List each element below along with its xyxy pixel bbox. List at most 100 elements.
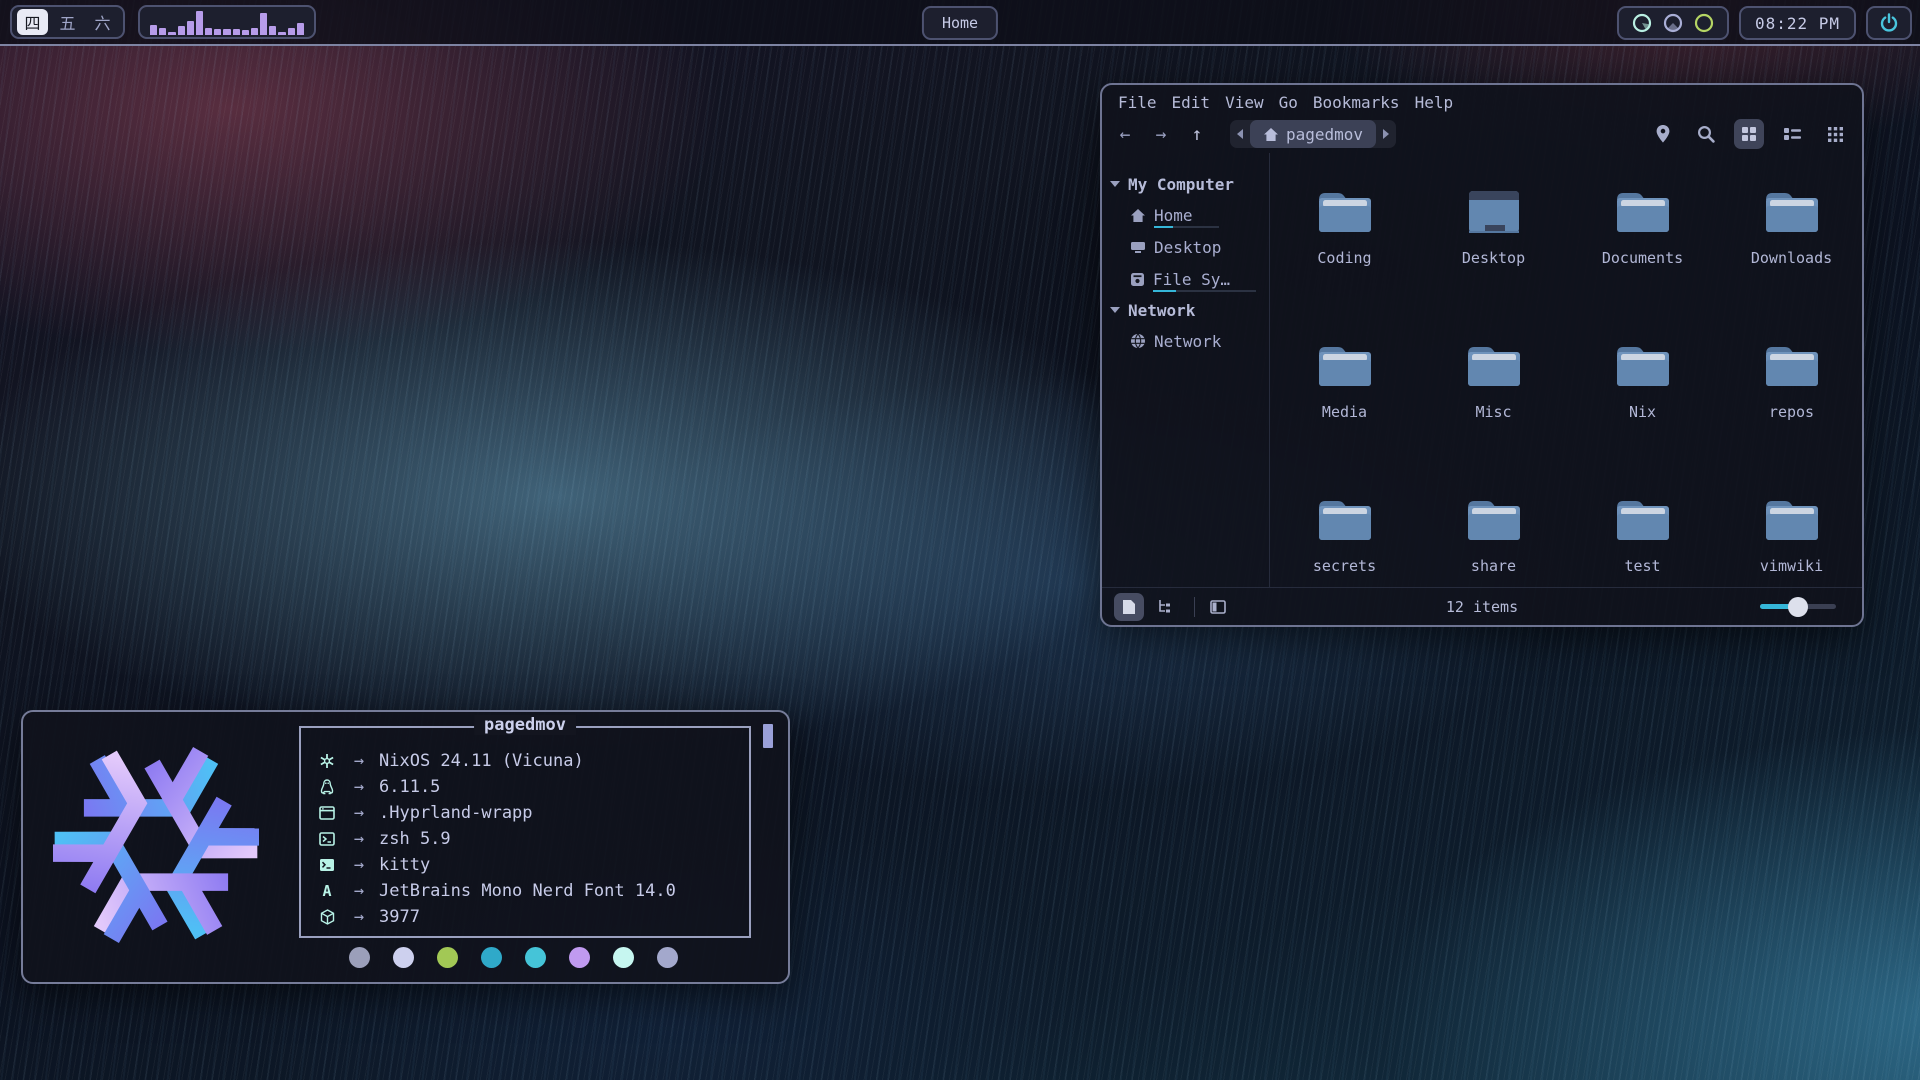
folder-label: Coding xyxy=(1317,249,1371,267)
file-grid: Coding Desktop DocumentsDownloads Media Misc… xyxy=(1270,153,1862,587)
up-button[interactable]: ↑ xyxy=(1186,124,1208,145)
workspace-button-6[interactable]: 六 xyxy=(87,9,118,35)
menu-item-view[interactable]: View xyxy=(1225,93,1264,112)
clock-label: 08:22 PM xyxy=(1755,14,1840,33)
thumbnail-view-button[interactable] xyxy=(1820,119,1850,149)
info-row-font: A → JetBrains Mono Nerd Font 14.0 xyxy=(315,878,749,904)
power-icon xyxy=(1879,13,1899,33)
menu-item-go[interactable]: Go xyxy=(1279,93,1298,112)
workspace-button-4[interactable]: 四 xyxy=(17,9,48,35)
chevron-right-icon xyxy=(1383,129,1389,139)
chevron-left-icon xyxy=(1237,129,1243,139)
breadcrumb-home-segment[interactable]: pagedmov xyxy=(1250,120,1376,148)
status-bar: 12 items xyxy=(1102,587,1862,625)
folder-icon xyxy=(1465,495,1523,543)
folder-item-desktop[interactable]: Desktop xyxy=(1419,183,1568,337)
places-pin-button[interactable] xyxy=(1648,119,1678,149)
compact-view-button[interactable] xyxy=(1777,119,1807,149)
menu-item-edit[interactable]: Edit xyxy=(1172,93,1211,112)
palette-dot xyxy=(525,947,546,968)
fastfetch-panel: pagedmov → NixOS 24.11 (Vicuna) → 6.11.5 xyxy=(299,726,751,938)
folder-label: Desktop xyxy=(1462,249,1525,267)
sidebar-item-desktop[interactable]: Desktop xyxy=(1102,231,1269,263)
collapse-triangle-icon xyxy=(1110,307,1120,313)
globe-icon xyxy=(1130,333,1146,349)
places-panel-button[interactable] xyxy=(1114,593,1144,621)
folder-icon xyxy=(1316,341,1374,389)
sidebar-item-filesystem[interactable]: File Sy… xyxy=(1102,263,1269,295)
folder-item-repos[interactable]: repos xyxy=(1717,337,1862,491)
pin-icon xyxy=(1656,125,1670,143)
document-icon xyxy=(1122,599,1136,615)
folder-item-secrets[interactable]: secrets xyxy=(1270,491,1419,587)
terminal-icon xyxy=(315,858,339,872)
sidebar-item-label: Home xyxy=(1154,206,1193,225)
zoom-slider-handle[interactable] xyxy=(1788,597,1808,617)
folder-item-share[interactable]: share xyxy=(1419,491,1568,587)
sidebar: My Computer Home Desktop File Sy… xyxy=(1102,153,1270,587)
section-label: Network xyxy=(1128,301,1195,320)
terminal-window: pagedmov → NixOS 24.11 (Vicuna) → 6.11.5 xyxy=(21,710,790,984)
palette-dot xyxy=(349,947,370,968)
folder-label: test xyxy=(1624,557,1660,575)
palette-dot xyxy=(569,947,590,968)
arrow-icon: → xyxy=(339,829,379,849)
packages-value: 3977 xyxy=(379,907,420,927)
tree-icon xyxy=(1157,599,1173,615)
breadcrumb-next-button[interactable] xyxy=(1376,120,1396,148)
sidebar-item-home[interactable]: Home xyxy=(1102,199,1269,231)
folder-item-vimwiki[interactable]: vimwiki xyxy=(1717,491,1862,587)
folder-label: Nix xyxy=(1629,403,1656,421)
folder-icon xyxy=(1614,495,1672,543)
folder-item-documents[interactable]: Documents xyxy=(1568,183,1717,337)
sidebar-item-network[interactable]: Network xyxy=(1102,325,1269,357)
folder-item-test[interactable]: test xyxy=(1568,491,1717,587)
terminal-cursor xyxy=(763,724,773,748)
tree-panel-button[interactable] xyxy=(1150,593,1180,621)
folder-item-nix[interactable]: Nix xyxy=(1568,337,1717,491)
menu-bar: File Edit View Go Bookmarks Help xyxy=(1102,85,1862,115)
window-title-label: Home xyxy=(942,14,978,32)
breadcrumb-prev-button[interactable] xyxy=(1230,120,1250,148)
folder-item-coding[interactable]: Coding xyxy=(1270,183,1419,337)
collapse-triangle-icon xyxy=(1110,181,1120,187)
desktop: { "bar": { "workspaces": [ { "label": "四… xyxy=(0,0,1920,1080)
nixos-icon xyxy=(315,753,339,769)
desktop-folder-icon xyxy=(1465,187,1523,235)
folder-label: Media xyxy=(1322,403,1367,421)
audio-visualizer xyxy=(150,9,304,35)
forward-button[interactable]: → xyxy=(1150,124,1172,145)
sidebar-section-my-computer[interactable]: My Computer xyxy=(1102,169,1269,199)
folder-item-misc[interactable]: Misc xyxy=(1419,337,1568,491)
breadcrumb-label: pagedmov xyxy=(1286,125,1363,144)
menu-item-help[interactable]: Help xyxy=(1415,93,1454,112)
filesystem-drive-icon xyxy=(1130,272,1145,287)
back-button[interactable]: ← xyxy=(1114,124,1136,145)
color-palette xyxy=(349,947,678,968)
sidebar-toggle-icon xyxy=(1210,600,1226,614)
menu-item-bookmarks[interactable]: Bookmarks xyxy=(1313,93,1400,112)
info-row-terminal: → kitty xyxy=(315,852,749,878)
menu-item-file[interactable]: File xyxy=(1118,93,1157,112)
folder-item-media[interactable]: Media xyxy=(1270,337,1419,491)
separator xyxy=(1194,597,1195,617)
shell-prompt-icon xyxy=(315,832,339,846)
toggle-sidebar-button[interactable] xyxy=(1203,593,1233,621)
package-icon xyxy=(315,909,339,925)
arrow-icon: → xyxy=(339,881,379,901)
zoom-slider[interactable] xyxy=(1760,604,1836,609)
sidebar-section-network[interactable]: Network xyxy=(1102,295,1269,325)
icon-view-button[interactable] xyxy=(1734,119,1764,149)
desktop-icon xyxy=(1130,240,1146,254)
top-bar: 四 五 六 Home 08:22 PM xyxy=(0,0,1920,46)
search-button[interactable] xyxy=(1691,119,1721,149)
info-row-os: → NixOS 24.11 (Vicuna) xyxy=(315,748,749,774)
workspace-button-5[interactable]: 五 xyxy=(52,9,83,35)
folder-icon xyxy=(1465,341,1523,389)
info-row-kernel: → 6.11.5 xyxy=(315,774,749,800)
power-button[interactable] xyxy=(1866,6,1912,40)
folder-item-downloads[interactable]: Downloads xyxy=(1717,183,1862,337)
palette-dot xyxy=(393,947,414,968)
home-icon xyxy=(1130,208,1146,223)
font-icon: A xyxy=(315,882,339,900)
